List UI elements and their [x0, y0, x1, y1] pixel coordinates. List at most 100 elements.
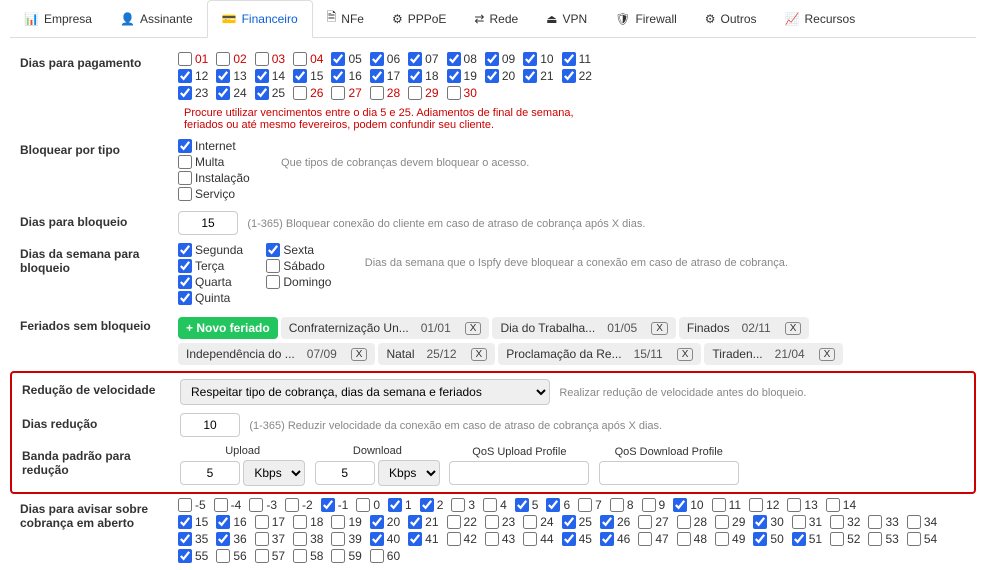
dia-pagamento-checkbox[interactable]: 14: [255, 69, 285, 83]
dia-avisar-checkbox[interactable]: 0: [356, 498, 380, 512]
remove-feriado-button[interactable]: X: [351, 348, 368, 361]
remove-feriado-button[interactable]: X: [465, 322, 482, 335]
dia-semana-checkbox[interactable]: Segunda: [178, 243, 243, 257]
dia-avisar-checkbox[interactable]: 7: [578, 498, 602, 512]
dia-semana-checkbox[interactable]: Quarta: [178, 275, 243, 289]
dia-avisar-checkbox[interactable]: 49: [715, 532, 745, 546]
dia-pagamento-checkbox[interactable]: 23: [178, 86, 208, 100]
dia-avisar-checkbox[interactable]: 25: [562, 515, 592, 529]
dia-pagamento-checkbox[interactable]: 25: [255, 86, 285, 100]
remove-feriado-button[interactable]: X: [677, 348, 694, 361]
dia-avisar-checkbox[interactable]: 22: [447, 515, 477, 529]
upload-value-input[interactable]: [180, 461, 240, 485]
qos-download-input[interactable]: [599, 461, 739, 485]
tab-rede[interactable]: ⇄Rede: [460, 0, 532, 37]
dia-avisar-checkbox[interactable]: 59: [331, 549, 361, 563]
remove-feriado-button[interactable]: X: [819, 348, 836, 361]
dia-pagamento-checkbox[interactable]: 20: [485, 69, 515, 83]
dia-avisar-checkbox[interactable]: 53: [868, 532, 898, 546]
dia-avisar-checkbox[interactable]: 56: [216, 549, 246, 563]
dia-avisar-checkbox[interactable]: 52: [830, 532, 860, 546]
dia-avisar-checkbox[interactable]: 4: [483, 498, 507, 512]
dia-avisar-checkbox[interactable]: 9: [642, 498, 666, 512]
dia-pagamento-checkbox[interactable]: 13: [216, 69, 246, 83]
dia-avisar-checkbox[interactable]: 38: [293, 532, 323, 546]
dia-pagamento-checkbox[interactable]: 29: [408, 86, 438, 100]
dia-avisar-checkbox[interactable]: 32: [830, 515, 860, 529]
dia-avisar-checkbox[interactable]: 33: [868, 515, 898, 529]
remove-feriado-button[interactable]: X: [785, 322, 802, 335]
dia-pagamento-checkbox[interactable]: 05: [331, 52, 361, 66]
dia-pagamento-checkbox[interactable]: 01: [178, 52, 208, 66]
dia-pagamento-checkbox[interactable]: 24: [216, 86, 246, 100]
dia-avisar-checkbox[interactable]: 13: [787, 498, 817, 512]
dia-avisar-checkbox[interactable]: 60: [370, 549, 400, 563]
dia-avisar-checkbox[interactable]: 6: [546, 498, 570, 512]
dia-avisar-checkbox[interactable]: 57: [255, 549, 285, 563]
upload-unit-select[interactable]: Kbps: [243, 460, 305, 486]
dia-avisar-checkbox[interactable]: 10: [673, 498, 703, 512]
dia-avisar-checkbox[interactable]: 41: [408, 532, 438, 546]
dia-pagamento-checkbox[interactable]: 06: [370, 52, 400, 66]
dia-pagamento-checkbox[interactable]: 26: [293, 86, 323, 100]
dia-avisar-checkbox[interactable]: 14: [826, 498, 856, 512]
dia-pagamento-checkbox[interactable]: 09: [485, 52, 515, 66]
dia-pagamento-checkbox[interactable]: 21: [523, 69, 553, 83]
dia-avisar-checkbox[interactable]: 36: [216, 532, 246, 546]
dia-pagamento-checkbox[interactable]: 02: [216, 52, 246, 66]
tab-outros[interactable]: ⚙Outros: [691, 0, 771, 37]
dia-pagamento-checkbox[interactable]: 17: [370, 69, 400, 83]
dia-avisar-checkbox[interactable]: 55: [178, 549, 208, 563]
dia-pagamento-checkbox[interactable]: 19: [447, 69, 477, 83]
remove-feriado-button[interactable]: X: [651, 322, 668, 335]
dia-avisar-checkbox[interactable]: 43: [485, 532, 515, 546]
dia-avisar-checkbox[interactable]: 46: [600, 532, 630, 546]
dia-avisar-checkbox[interactable]: 27: [638, 515, 668, 529]
dia-avisar-checkbox[interactable]: 16: [216, 515, 246, 529]
dia-avisar-checkbox[interactable]: 31: [792, 515, 822, 529]
dia-pagamento-checkbox[interactable]: 10: [523, 52, 553, 66]
dia-avisar-checkbox[interactable]: 47: [638, 532, 668, 546]
download-unit-select[interactable]: Kbps: [378, 460, 440, 486]
dia-semana-checkbox[interactable]: Sábado: [266, 259, 331, 273]
bloquear-tipo-checkbox[interactable]: Instalação: [178, 171, 250, 185]
tab-pppoe[interactable]: ⚙PPPoE: [378, 0, 460, 37]
reducao-select[interactable]: Respeitar tipo de cobrança, dias da sema…: [180, 379, 550, 405]
dia-avisar-checkbox[interactable]: 50: [753, 532, 783, 546]
dia-avisar-checkbox[interactable]: 44: [523, 532, 553, 546]
dia-avisar-checkbox[interactable]: 17: [255, 515, 285, 529]
dia-avisar-checkbox[interactable]: 28: [677, 515, 707, 529]
dia-avisar-checkbox[interactable]: 35: [178, 532, 208, 546]
tab-assinante[interactable]: 👤Assinante: [106, 0, 207, 37]
dia-avisar-checkbox[interactable]: 30: [753, 515, 783, 529]
dia-pagamento-checkbox[interactable]: 27: [331, 86, 361, 100]
dia-avisar-checkbox[interactable]: 2: [420, 498, 444, 512]
tab-recursos[interactable]: 📈Recursos: [771, 0, 870, 37]
dia-avisar-checkbox[interactable]: 8: [610, 498, 634, 512]
bloquear-tipo-checkbox[interactable]: Multa: [178, 155, 250, 169]
dia-pagamento-checkbox[interactable]: 03: [255, 52, 285, 66]
dia-pagamento-checkbox[interactable]: 11: [562, 52, 591, 66]
dia-avisar-checkbox[interactable]: 29: [715, 515, 745, 529]
dia-avisar-checkbox[interactable]: 54: [907, 532, 937, 546]
dias-reducao-input[interactable]: [180, 413, 240, 437]
dia-pagamento-checkbox[interactable]: 07: [408, 52, 438, 66]
dia-pagamento-checkbox[interactable]: 30: [447, 86, 477, 100]
tab-nfe[interactable]: 🗎NFe: [313, 0, 378, 37]
dia-avisar-checkbox[interactable]: 21: [408, 515, 438, 529]
dia-avisar-checkbox[interactable]: 5: [515, 498, 539, 512]
bloquear-tipo-checkbox[interactable]: Internet: [178, 139, 250, 153]
dia-semana-checkbox[interactable]: Domingo: [266, 275, 331, 289]
dia-pagamento-checkbox[interactable]: 08: [447, 52, 477, 66]
dia-avisar-checkbox[interactable]: 58: [293, 549, 323, 563]
dia-avisar-checkbox[interactable]: 42: [447, 532, 477, 546]
dia-avisar-checkbox[interactable]: -3: [249, 498, 277, 512]
dia-semana-checkbox[interactable]: Sexta: [266, 243, 331, 257]
dia-avisar-checkbox[interactable]: -1: [321, 498, 349, 512]
qos-upload-input[interactable]: [449, 461, 589, 485]
tab-firewall[interactable]: 🛡Firewall: [601, 0, 691, 37]
novo-feriado-button[interactable]: + Novo feriado: [178, 317, 278, 339]
dia-pagamento-checkbox[interactable]: 22: [562, 69, 592, 83]
dia-avisar-checkbox[interactable]: 34: [907, 515, 937, 529]
dia-avisar-checkbox[interactable]: -2: [285, 498, 313, 512]
